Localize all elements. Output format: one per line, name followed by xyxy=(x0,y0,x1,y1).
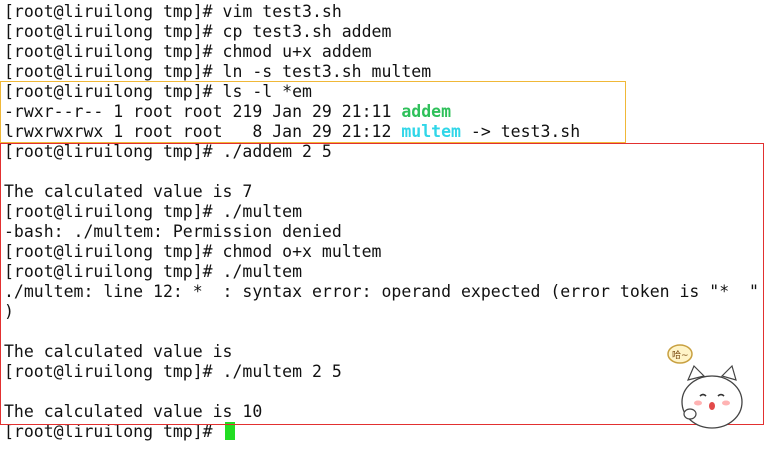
terminal-line: [root@liruilong tmp]# chmod u+x addem xyxy=(4,42,372,61)
terminal-prompt-line[interactable]: [root@liruilong tmp]# xyxy=(4,422,235,442)
svg-text:哈~: 哈~ xyxy=(672,349,689,361)
highlight-box-yellow xyxy=(0,81,626,143)
cat-sticker-icon: 哈~ xyxy=(660,340,760,430)
terminal-line: [root@liruilong tmp]# vim test3.sh xyxy=(4,2,342,21)
terminal-line: [root@liruilong tmp]# cp test3.sh addem xyxy=(4,22,392,41)
highlight-box-red xyxy=(0,143,764,425)
terminal-line: [root@liruilong tmp]# ln -s test3.sh mul… xyxy=(4,62,432,81)
